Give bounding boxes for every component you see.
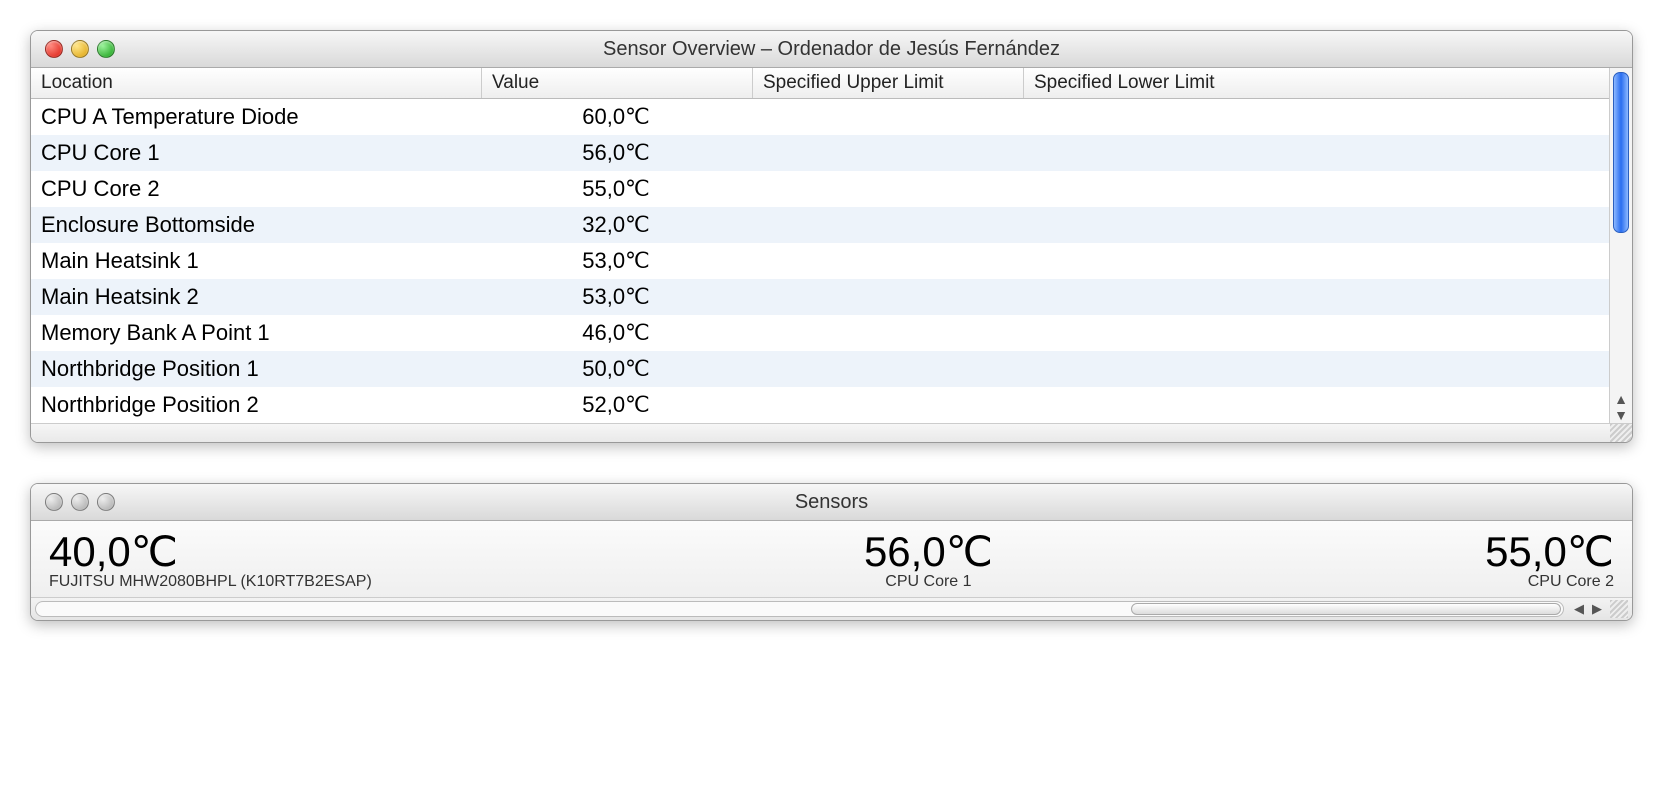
table-row[interactable]: Main Heatsink 153,0℃ <box>31 243 1609 279</box>
scroll-up-icon[interactable]: ▲ <box>1614 391 1628 407</box>
cell-upper <box>751 390 1021 420</box>
cell-upper <box>751 210 1021 240</box>
zoom-icon[interactable] <box>97 493 115 511</box>
overview-titlebar[interactable]: Sensor Overview – Ordenador de Jesús Fer… <box>31 31 1632 68</box>
cell-location: Northbridge Position 1 <box>31 354 481 384</box>
overview-window: Sensor Overview – Ordenador de Jesús Fer… <box>30 30 1633 443</box>
table-row[interactable]: Main Heatsink 253,0℃ <box>31 279 1609 315</box>
cell-lower <box>1021 102 1609 132</box>
cell-upper <box>751 318 1021 348</box>
table-row[interactable]: CPU Core 255,0℃ <box>31 171 1609 207</box>
cell-value: 32,0℃ <box>481 210 751 240</box>
cell-location: CPU A Temperature Diode <box>31 102 481 132</box>
table-header: Location Value Specified Upper Limit Spe… <box>31 68 1609 99</box>
table-row[interactable]: Memory Bank A Point 146,0℃ <box>31 315 1609 351</box>
sensor-tile: 40,0℃ FUJITSU MHW2080BHPL (K10RT7B2ESAP) <box>49 531 372 591</box>
resize-handle-icon[interactable] <box>1610 424 1632 442</box>
cell-upper <box>751 282 1021 312</box>
cell-value: 56,0℃ <box>481 138 751 168</box>
cell-value: 50,0℃ <box>481 354 751 384</box>
cell-lower <box>1021 318 1609 348</box>
table-row[interactable]: Northbridge Position 252,0℃ <box>31 387 1609 423</box>
sensor-value: 40,0℃ <box>49 531 372 573</box>
cell-value: 60,0℃ <box>481 102 751 132</box>
cell-location: Memory Bank A Point 1 <box>31 318 481 348</box>
cell-upper <box>751 102 1021 132</box>
horizontal-scrollbar[interactable]: ◀ ▶ <box>31 597 1632 620</box>
cell-value: 53,0℃ <box>481 282 751 312</box>
cell-lower <box>1021 390 1609 420</box>
close-icon[interactable] <box>45 40 63 58</box>
sensor-label: FUJITSU MHW2080BHPL (K10RT7B2ESAP) <box>49 573 372 591</box>
scroll-left-icon[interactable]: ◀ <box>1570 601 1588 617</box>
cell-lower <box>1021 282 1609 312</box>
table-row[interactable]: CPU A Temperature Diode60,0℃ <box>31 99 1609 135</box>
sensor-label: CPU Core 2 <box>1485 573 1614 591</box>
sensor-tile: 56,0℃ CPU Core 1 <box>864 531 993 591</box>
sensors-window: Sensors 40,0℃ FUJITSU MHW2080BHPL (K10RT… <box>30 483 1633 621</box>
sensor-value: 55,0℃ <box>1485 531 1614 573</box>
cell-lower <box>1021 138 1609 168</box>
vertical-scrollbar[interactable]: ▲ ▼ <box>1609 68 1632 423</box>
cell-lower <box>1021 354 1609 384</box>
cell-lower <box>1021 210 1609 240</box>
col-header-lower[interactable]: Specified Lower Limit <box>1024 68 1609 98</box>
sensor-value: 56,0℃ <box>864 531 993 573</box>
sensor-table: Location Value Specified Upper Limit Spe… <box>31 68 1609 423</box>
traffic-lights <box>31 493 115 511</box>
cell-location: Main Heatsink 1 <box>31 246 481 276</box>
cell-upper <box>751 354 1021 384</box>
table-row[interactable]: CPU Core 156,0℃ <box>31 135 1609 171</box>
cell-upper <box>751 174 1021 204</box>
hscroll-thumb[interactable] <box>1131 603 1561 615</box>
zoom-icon[interactable] <box>97 40 115 58</box>
cell-value: 52,0℃ <box>481 390 751 420</box>
overview-title: Sensor Overview – Ordenador de Jesús Fer… <box>31 38 1632 61</box>
traffic-lights <box>31 40 115 58</box>
overview-footer <box>31 423 1632 442</box>
sensor-tile: 55,0℃ CPU Core 2 <box>1485 531 1614 591</box>
cell-lower <box>1021 174 1609 204</box>
minimize-icon[interactable] <box>71 40 89 58</box>
cell-lower <box>1021 246 1609 276</box>
scroll-right-icon[interactable]: ▶ <box>1588 601 1606 617</box>
cell-location: Northbridge Position 2 <box>31 390 481 420</box>
cell-location: CPU Core 1 <box>31 138 481 168</box>
cell-upper <box>751 246 1021 276</box>
cell-value: 53,0℃ <box>481 246 751 276</box>
close-icon[interactable] <box>45 493 63 511</box>
sensors-body: 40,0℃ FUJITSU MHW2080BHPL (K10RT7B2ESAP)… <box>31 521 1632 597</box>
cell-value: 46,0℃ <box>481 318 751 348</box>
col-header-value[interactable]: Value <box>482 68 753 98</box>
table-row[interactable]: Enclosure Bottomside32,0℃ <box>31 207 1609 243</box>
table-row[interactable]: Northbridge Position 150,0℃ <box>31 351 1609 387</box>
sensors-title: Sensors <box>31 491 1632 514</box>
cell-upper <box>751 138 1021 168</box>
minimize-icon[interactable] <box>71 493 89 511</box>
cell-location: Enclosure Bottomside <box>31 210 481 240</box>
resize-handle-icon[interactable] <box>1610 600 1628 618</box>
sensors-titlebar[interactable]: Sensors <box>31 484 1632 521</box>
cell-location: Main Heatsink 2 <box>31 282 481 312</box>
scroll-down-icon[interactable]: ▼ <box>1614 407 1628 423</box>
col-header-location[interactable]: Location <box>31 68 482 98</box>
cell-value: 55,0℃ <box>481 174 751 204</box>
sensor-label: CPU Core 1 <box>864 573 993 591</box>
col-header-upper[interactable]: Specified Upper Limit <box>753 68 1024 98</box>
hscroll-track[interactable] <box>35 601 1564 617</box>
cell-location: CPU Core 2 <box>31 174 481 204</box>
scroll-thumb[interactable] <box>1613 72 1629 233</box>
